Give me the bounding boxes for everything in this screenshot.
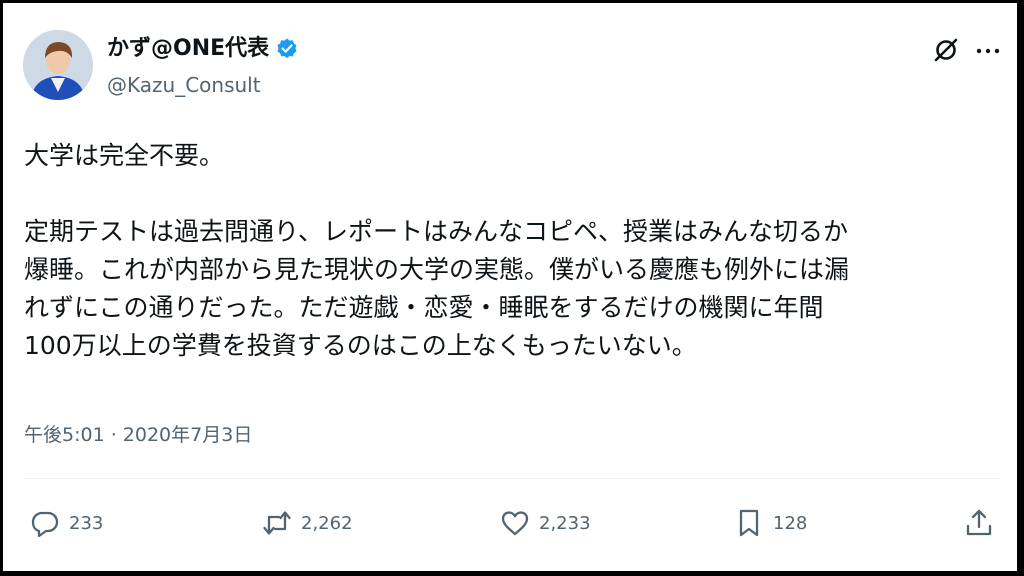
display-name-text: かず@ONE代表 [107, 36, 270, 61]
divider [24, 478, 1000, 479]
reply-icon [31, 511, 59, 538]
reply-button[interactable]: 233 [29, 505, 103, 541]
tweet-text: 大学は完全不要。 定期テストは過去問通り、レポートはみんなコピペ、授業はみんな切… [24, 137, 999, 365]
bookmark-button[interactable]: 128 [733, 505, 807, 541]
more-icon[interactable] [973, 39, 1003, 63]
heart-icon [501, 511, 529, 536]
tweet-line: れずにこの通りだった。ただ遊戯・恋愛・睡眠をするだけの機関に年間 [24, 293, 824, 322]
bookmark-icon [739, 509, 759, 537]
display-name[interactable]: かず@ONE代表 [107, 34, 299, 64]
user-handle[interactable]: @Kazu_Consult [107, 71, 261, 99]
tweet-card: かず@ONE代表 @Kazu_Consult 大学は完全不要。 定期テストは過去… [3, 3, 1017, 571]
repost-count: 2,262 [301, 512, 353, 534]
bookmark-count: 128 [773, 512, 808, 534]
like-button[interactable]: 2,233 [499, 505, 591, 541]
repost-icon [263, 511, 291, 535]
like-count: 2,233 [539, 512, 591, 534]
avatar[interactable] [23, 30, 93, 100]
share-icon [966, 509, 992, 536]
verified-badge-icon [277, 38, 297, 59]
tweet-timestamp[interactable]: 午後5:01 · 2020年7月3日 [24, 421, 252, 449]
tweet-line: 定期テストは過去問通り、レポートはみんなコピペ、授業はみんな切るか [24, 217, 849, 246]
repost-button[interactable]: 2,262 [261, 505, 353, 541]
avatar-image [23, 30, 93, 100]
grok-icon[interactable] [931, 35, 961, 65]
tweet-paragraph: 大学は完全不要。 [24, 141, 225, 170]
share-button[interactable] [963, 505, 995, 541]
tweet-line: 100万以上の学費を投資するのはこの上なくもったいない。 [24, 331, 697, 360]
reply-count: 233 [69, 512, 104, 534]
tweet-line: 爆睡。これが内部から見た現状の大学の実態。僕がいる慶應も例外には漏 [24, 255, 850, 284]
